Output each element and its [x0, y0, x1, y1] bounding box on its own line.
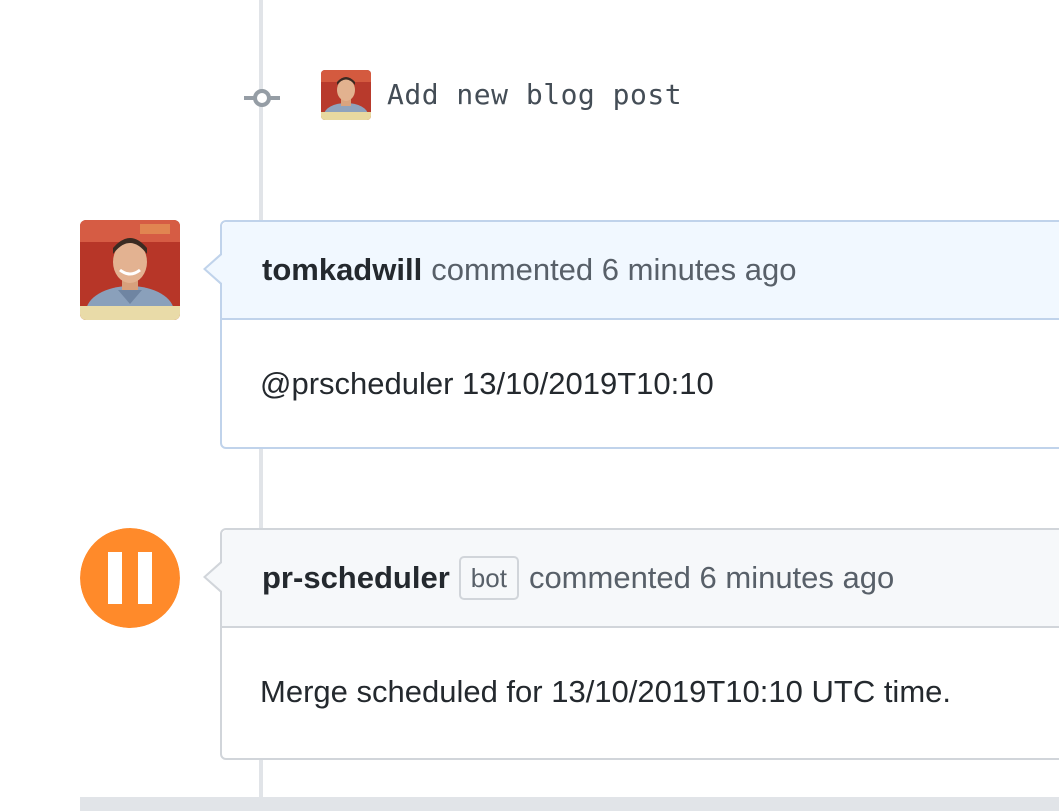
commit-message[interactable]: Add new blog post: [387, 78, 682, 111]
comment-body: Merge scheduled for 13/10/2019T10:10 UTC…: [260, 674, 951, 709]
avatar-image: [80, 220, 180, 320]
avatar-image: [321, 70, 371, 120]
bot-avatar[interactable]: [80, 528, 180, 628]
timeline-bottom-divider: [80, 797, 1059, 811]
comment-box: tomkadwill commented 6 minutes ago @prsc…: [220, 220, 1059, 449]
pause-icon: [80, 528, 180, 628]
comment-author[interactable]: tomkadwill: [262, 252, 422, 288]
comment-box: pr-scheduler bot commented 6 minutes ago…: [220, 528, 1059, 760]
comment-body: @prscheduler 13/10/2019T10:10: [260, 366, 714, 401]
comment-author[interactable]: pr-scheduler: [262, 560, 450, 596]
comment-pointer-fill: [206, 562, 223, 592]
comment-timestamp[interactable]: commented 6 minutes ago: [431, 252, 796, 288]
comment-header: pr-scheduler bot commented 6 minutes ago: [222, 530, 1059, 628]
comment-timestamp[interactable]: commented 6 minutes ago: [529, 560, 894, 596]
commit-author-avatar[interactable]: [321, 70, 371, 120]
user-avatar[interactable]: [80, 220, 180, 320]
comment-pointer-fill: [206, 254, 223, 284]
pr-timeline: Add new blog post tomkadwill commented 6…: [0, 0, 1059, 811]
comment-header: tomkadwill commented 6 minutes ago: [222, 222, 1059, 320]
bot-badge: bot: [458, 556, 519, 600]
git-commit-icon: [244, 89, 280, 107]
